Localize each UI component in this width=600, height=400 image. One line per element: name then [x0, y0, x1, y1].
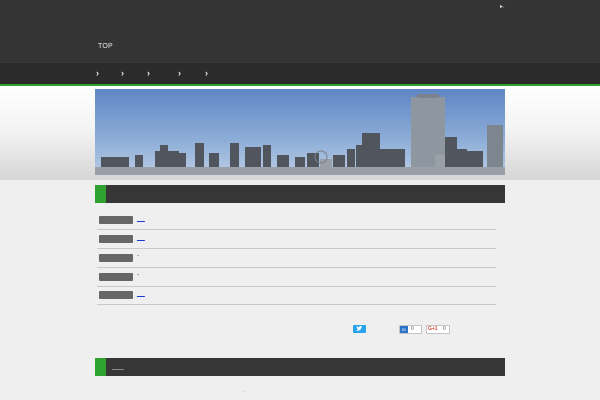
hatena-count: 0 [411, 326, 414, 332]
section-title: ___ [112, 363, 124, 370]
google-plus-icon: G+1 [428, 326, 438, 332]
news-link[interactable]: __ [137, 215, 145, 222]
nav-item-2[interactable]: › [121, 68, 124, 78]
hatena-bookmark-button[interactable]: B! 0 [399, 325, 422, 334]
nav-item-4[interactable]: › [178, 68, 181, 78]
section-accent [95, 358, 106, 376]
section-header-news [95, 185, 505, 203]
google-plus-count: 0 [443, 326, 446, 332]
news-row: - [97, 268, 496, 287]
section-accent [95, 185, 106, 203]
top-link[interactable]: TOP [98, 43, 113, 50]
global-nav: › › › › › [0, 62, 600, 84]
news-row: __ [97, 211, 496, 230]
hero-cityscape-image [95, 89, 505, 175]
nav-item-3[interactable]: › [147, 68, 150, 78]
news-row: __ [97, 286, 496, 305]
news-date-badge [99, 235, 133, 243]
footer-dot: · [244, 389, 246, 395]
news-link[interactable]: __ [137, 234, 145, 241]
nav-item-5[interactable]: › [205, 68, 208, 78]
site-header: ▸. TOP [0, 0, 600, 62]
nav-item-1[interactable]: › [96, 68, 99, 78]
news-date-badge [99, 291, 133, 299]
section-header-second: ___ [95, 358, 505, 376]
news-link[interactable]: __ [137, 290, 145, 297]
news-date-badge [99, 254, 133, 262]
hatena-icon: B! [400, 326, 408, 333]
news-date-badge [99, 216, 133, 224]
news-row: - [97, 249, 496, 268]
news-text: - [137, 272, 140, 279]
twitter-share-button[interactable] [353, 325, 366, 333]
google-plus-button[interactable]: G+1 0 [426, 325, 450, 334]
news-date-badge [99, 273, 133, 281]
twitter-bird-icon [356, 326, 363, 331]
corner-mark: ▸. [500, 4, 505, 10]
news-text: - [137, 253, 140, 260]
news-row: __ [97, 230, 496, 249]
